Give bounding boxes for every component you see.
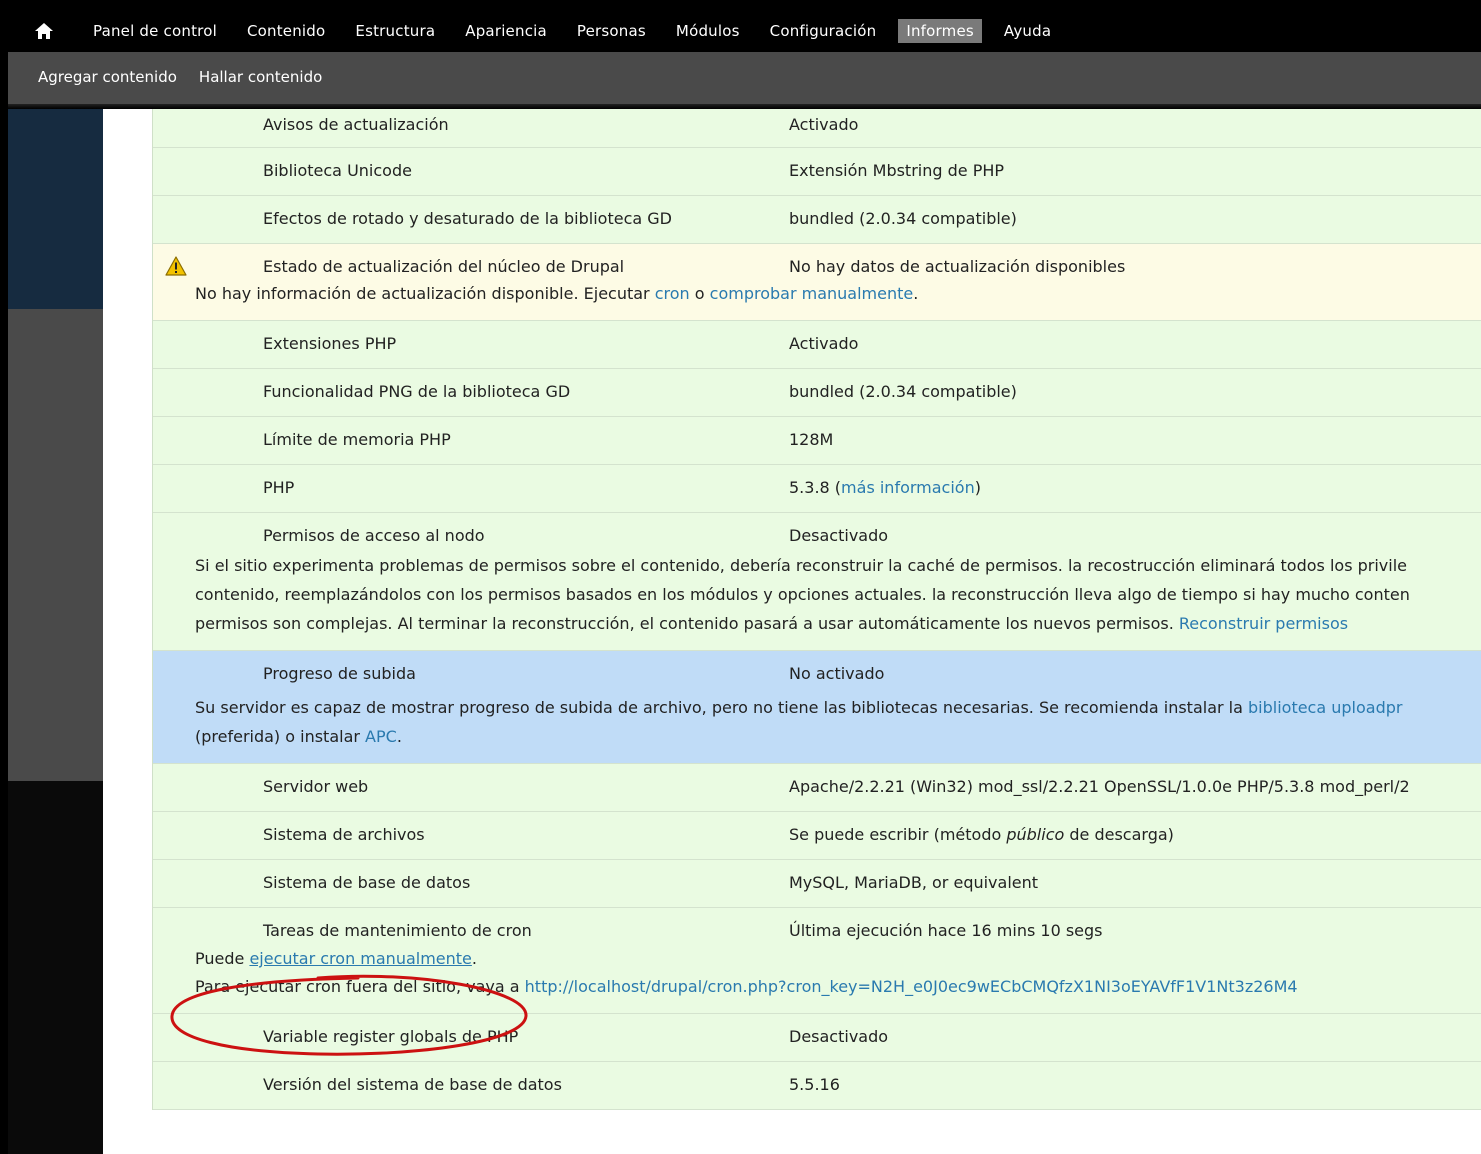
- status-row-register-globals: Variable register globals de PHP Desacti…: [153, 1014, 1481, 1062]
- status-title: PHP: [263, 478, 295, 497]
- status-title: Servidor web: [263, 777, 369, 796]
- status-value: Activado: [789, 115, 859, 134]
- menu-item-personas[interactable]: Personas: [569, 19, 654, 43]
- status-description: Si el sitio experimenta problemas de per…: [195, 556, 1410, 633]
- menu-item-contenido[interactable]: Contenido: [239, 19, 333, 43]
- status-title: Límite de memoria PHP: [263, 430, 451, 449]
- status-row-drupal-core-update: Estado de actualización del núcleo de Dr…: [153, 244, 1481, 321]
- status-row-servidor-web: Servidor web Apache/2.2.21 (Win32) mod_s…: [153, 764, 1481, 812]
- status-value: Última ejecución hace 16 mins 10 segs: [789, 921, 1103, 940]
- status-value: Se puede escribir (método público de des…: [789, 825, 1174, 844]
- status-value: No hay datos de actualización disponible…: [789, 257, 1126, 276]
- sidebar-background-middle: [8, 309, 103, 781]
- admin-toolbar: Panel de control Contenido Estructura Ap…: [8, 10, 1481, 52]
- menu-item-modulos[interactable]: Módulos: [668, 19, 748, 43]
- toolbar-menu: Panel de control Contenido Estructura Ap…: [85, 10, 1073, 52]
- status-title: Biblioteca Unicode: [263, 161, 412, 180]
- status-row-gd-png: Funcionalidad PNG de la biblioteca GD bu…: [153, 369, 1481, 417]
- status-row-cron: Tareas de mantenimiento de cron Última e…: [153, 908, 1481, 1014]
- status-value: Extensión Mbstring de PHP: [789, 161, 1005, 180]
- status-row-gd-efectos: Efectos de rotado y desaturado de la bib…: [153, 196, 1481, 244]
- status-row-version-base-datos: Versión del sistema de base de datos 5.5…: [153, 1062, 1481, 1110]
- status-title: Extensiones PHP: [263, 334, 397, 353]
- status-title: Progreso de subida: [263, 664, 416, 683]
- status-title: Variable register globals de PHP: [263, 1027, 519, 1046]
- status-description: Su servidor es capaz de mostrar progreso…: [195, 698, 1403, 746]
- status-value: Desactivado: [789, 526, 889, 545]
- status-description: Puede ejecutar cron manualmente. Para ej…: [195, 949, 1298, 996]
- main-content: Avisos de actualización Activado Bibliot…: [103, 109, 1481, 1154]
- status-row-extensiones-php: Extensiones PHP Activado: [153, 321, 1481, 369]
- status-title: Funcionalidad PNG de la biblioteca GD: [263, 382, 571, 401]
- status-value: Activado: [789, 334, 859, 353]
- status-value: 5.3.8 (más información): [789, 478, 981, 497]
- status-row-avisos-actualizacion: Avisos de actualización Activado: [153, 109, 1481, 148]
- menu-item-apariencia[interactable]: Apariencia: [457, 19, 555, 43]
- sidebar-background-bottom: [8, 781, 103, 1154]
- status-row-sistema-archivos: Sistema de archivos Se puede escribir (m…: [153, 812, 1481, 860]
- status-value: bundled (2.0.34 compatible): [789, 382, 1017, 401]
- status-value: Desactivado: [789, 1027, 889, 1046]
- status-value: MySQL, MariaDB, or equivalent: [789, 873, 1039, 892]
- warning-icon: [165, 256, 187, 276]
- status-title: Estado de actualización del núcleo de Dr…: [263, 257, 625, 276]
- shortcuts-bar: Agregar contenido Hallar contenido: [8, 52, 1481, 104]
- status-row-biblioteca-unicode: Biblioteca Unicode Extensión Mbstring de…: [153, 148, 1481, 196]
- uploadprogress-library-link[interactable]: biblioteca uploadpr: [1248, 698, 1402, 717]
- menu-item-estructura[interactable]: Estructura: [347, 19, 443, 43]
- status-value: 5.5.16: [789, 1075, 840, 1094]
- rebuild-permissions-link[interactable]: Reconstruir permisos: [1179, 614, 1348, 633]
- status-value: 128M: [789, 430, 834, 449]
- sidebar-background-top: [8, 109, 103, 309]
- status-row-base-datos: Sistema de base de datos MySQL, MariaDB,…: [153, 860, 1481, 908]
- status-row-progreso-subida: Progreso de subida No activado Su servid…: [153, 651, 1481, 764]
- status-title: Avisos de actualización: [263, 115, 449, 134]
- apc-link[interactable]: APC: [365, 727, 397, 746]
- menu-item-configuracion[interactable]: Configuración: [762, 19, 885, 43]
- status-row-php: PHP 5.3.8 (más información): [153, 465, 1481, 513]
- cron-url-link[interactable]: http://localhost/drupal/cron.php?cron_ke…: [525, 977, 1298, 996]
- status-title: Permisos de acceso al nodo: [263, 526, 485, 545]
- home-icon[interactable]: [34, 21, 54, 41]
- status-title: Sistema de base de datos: [263, 873, 471, 892]
- status-row-permisos-acceso-nodo: Permisos de acceso al nodo Desactivado S…: [153, 513, 1481, 651]
- status-report-table: Avisos de actualización Activado Bibliot…: [152, 109, 1481, 1110]
- shortcut-hallar-contenido[interactable]: Hallar contenido: [199, 68, 322, 86]
- status-value: No activado: [789, 664, 885, 683]
- more-info-link[interactable]: más información: [841, 478, 975, 497]
- status-value: bundled (2.0.34 compatible): [789, 209, 1017, 228]
- menu-item-informes[interactable]: Informes: [898, 19, 982, 43]
- status-title: Sistema de archivos: [263, 825, 425, 844]
- status-title: Tareas de mantenimiento de cron: [263, 921, 532, 940]
- menu-item-ayuda[interactable]: Ayuda: [996, 19, 1059, 43]
- shortcut-agregar-contenido[interactable]: Agregar contenido: [38, 68, 177, 86]
- status-value: Apache/2.2.21 (Win32) mod_ssl/2.2.21 Ope…: [789, 777, 1410, 796]
- menu-item-panel-de-control[interactable]: Panel de control: [85, 19, 225, 43]
- status-title: Versión del sistema de base de datos: [263, 1075, 562, 1094]
- status-title: Efectos de rotado y desaturado de la bib…: [263, 209, 672, 228]
- status-row-limite-memoria: Límite de memoria PHP 128M: [153, 417, 1481, 465]
